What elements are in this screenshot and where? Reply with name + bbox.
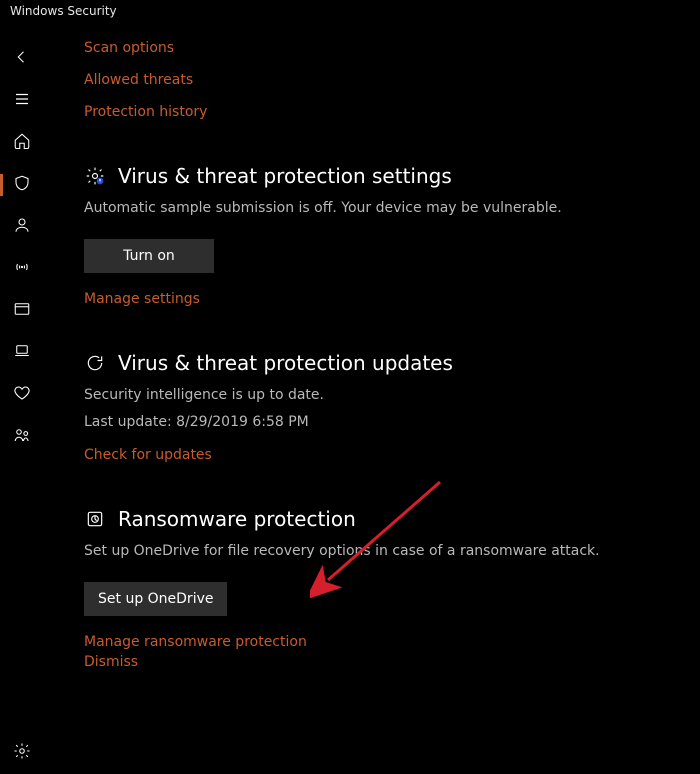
manage-settings-link[interactable]: Manage settings <box>84 291 200 307</box>
sidebar-item-home[interactable] <box>0 122 44 164</box>
top-link-group: Scan options Allowed threats Protection … <box>84 40 676 120</box>
laptop-icon <box>13 342 31 364</box>
settings-section-subtitle: Automatic sample submission is off. Your… <box>84 198 676 219</box>
ransomware-section-title: Ransomware protection <box>118 507 356 531</box>
setup-onedrive-button[interactable]: Set up OneDrive <box>84 582 227 616</box>
heart-icon <box>13 384 31 406</box>
shield-icon <box>13 174 31 196</box>
ransomware-subtitle: Set up OneDrive for file recovery option… <box>84 541 676 562</box>
menu-button[interactable] <box>0 80 44 122</box>
ransomware-section: Ransomware protection Set up OneDrive fo… <box>84 507 676 670</box>
sidebar-item-firewall[interactable] <box>0 248 44 290</box>
scan-options-link[interactable]: Scan options <box>84 40 676 56</box>
sidebar-item-account-protection[interactable] <box>0 206 44 248</box>
family-icon <box>13 426 31 448</box>
sidebar-item-app-browser[interactable] <box>0 290 44 332</box>
window-icon <box>13 300 31 322</box>
window-title: Windows Security <box>0 0 700 28</box>
check-updates-link[interactable]: Check for updates <box>84 447 212 463</box>
main-content: Scan options Allowed threats Protection … <box>44 28 700 774</box>
updates-section: Virus & threat protection updates Securi… <box>84 351 676 463</box>
protection-history-link[interactable]: Protection history <box>84 104 676 120</box>
app-body: Scan options Allowed threats Protection … <box>0 28 700 774</box>
turn-on-button[interactable]: Turn on <box>84 239 214 273</box>
sidebar-item-family-options[interactable] <box>0 416 44 458</box>
settings-warning-icon <box>84 165 106 187</box>
person-icon <box>13 216 31 238</box>
back-arrow-icon <box>13 48 31 70</box>
sidebar-item-device-performance[interactable] <box>0 374 44 416</box>
settings-section-title: Virus & threat protection settings <box>118 164 452 188</box>
updates-last-update-text: Last update: 8/29/2019 6:58 PM <box>84 412 676 433</box>
hamburger-icon <box>13 90 31 112</box>
refresh-icon <box>84 352 106 374</box>
updates-section-title: Virus & threat protection updates <box>118 351 453 375</box>
sidebar-item-virus-protection[interactable] <box>0 164 44 206</box>
sidebar <box>0 28 44 774</box>
back-button[interactable] <box>0 38 44 80</box>
sidebar-item-settings[interactable] <box>0 732 44 774</box>
dismiss-link[interactable]: Dismiss <box>84 654 138 670</box>
settings-section: Virus & threat protection settings Autom… <box>84 164 676 307</box>
signal-icon <box>13 258 31 280</box>
sidebar-item-device-security[interactable] <box>0 332 44 374</box>
gear-icon <box>13 742 31 764</box>
updates-status-text: Security intelligence is up to date. <box>84 385 676 406</box>
allowed-threats-link[interactable]: Allowed threats <box>84 72 676 88</box>
home-icon <box>13 132 31 154</box>
manage-ransomware-link[interactable]: Manage ransomware protection <box>84 634 307 650</box>
ransomware-icon <box>84 508 106 530</box>
